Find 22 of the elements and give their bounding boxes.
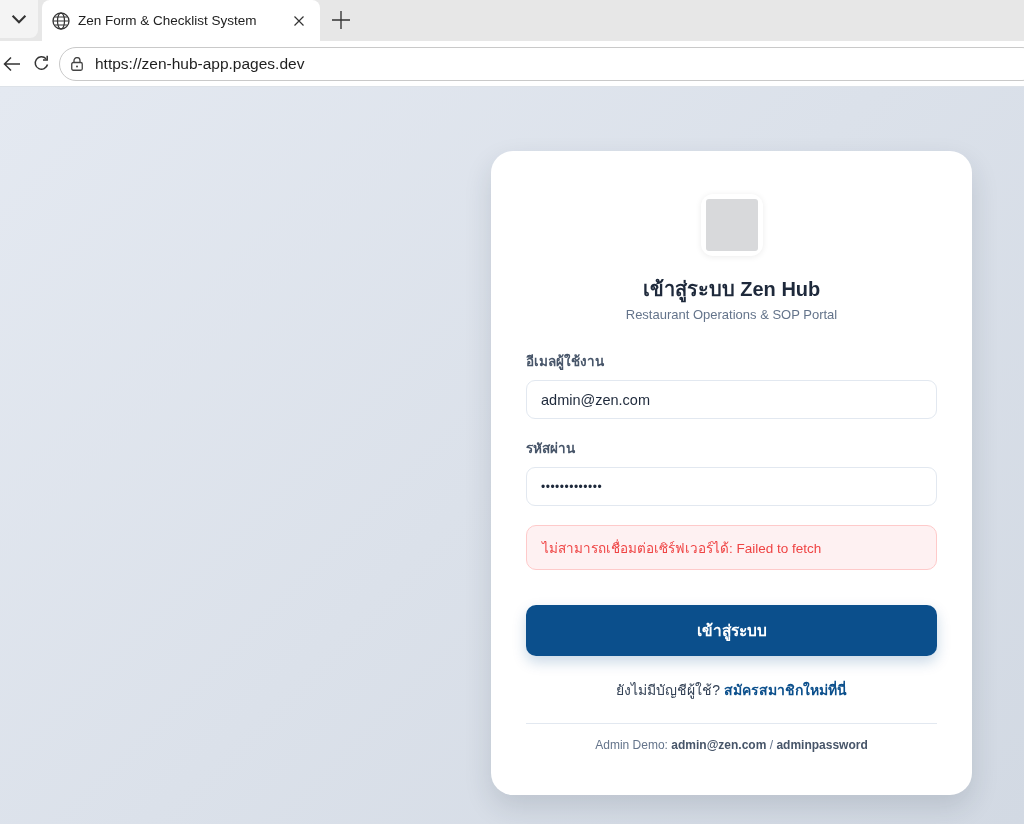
globe-icon	[52, 11, 70, 30]
tab-title: Zen Form & Checklist System	[78, 13, 258, 28]
login-subtitle: Restaurant Operations & SOP Portal	[624, 306, 839, 324]
close-icon	[294, 15, 304, 26]
signup-prompt: ยังไม่มีบัญชีผู้ใช้?	[616, 682, 720, 698]
reload-icon	[33, 55, 50, 72]
password-field[interactable]: •••••••••••••	[526, 467, 937, 506]
browser-tab[interactable]: Zen Form & Checklist System	[42, 0, 320, 41]
error-message: ไม่สามารถเชื่อมต่อเซิร์ฟเวอร์ได้: Failed to fetch	[526, 525, 937, 570]
demo-credentials-note: Admin Demo: admin@zen.com / adminpassword	[594, 737, 869, 754]
back-arrow-icon	[3, 54, 21, 73]
signup-link[interactable]: สมัครสมาชิกใหม่ที่นี่	[723, 682, 847, 698]
tab-list-button[interactable]	[0, 0, 38, 38]
address-bar[interactable]: https://zen-hub-app.pages.dev	[59, 46, 1024, 81]
login-button[interactable]: เข้าสู่ระบบ	[526, 605, 937, 656]
lock-icon	[71, 56, 83, 71]
login-title: เข้าสู่ระบบ Zen Hub	[526, 276, 937, 302]
url-text: https://zen-hub-app.pages.dev	[95, 54, 305, 73]
email-field[interactable]: admin@zen.com	[526, 380, 937, 419]
email-label: อีเมลผู้ใช้งาน	[526, 352, 605, 372]
password-label: รหัสผ่าน	[526, 440, 576, 458]
plus-icon	[332, 11, 350, 29]
